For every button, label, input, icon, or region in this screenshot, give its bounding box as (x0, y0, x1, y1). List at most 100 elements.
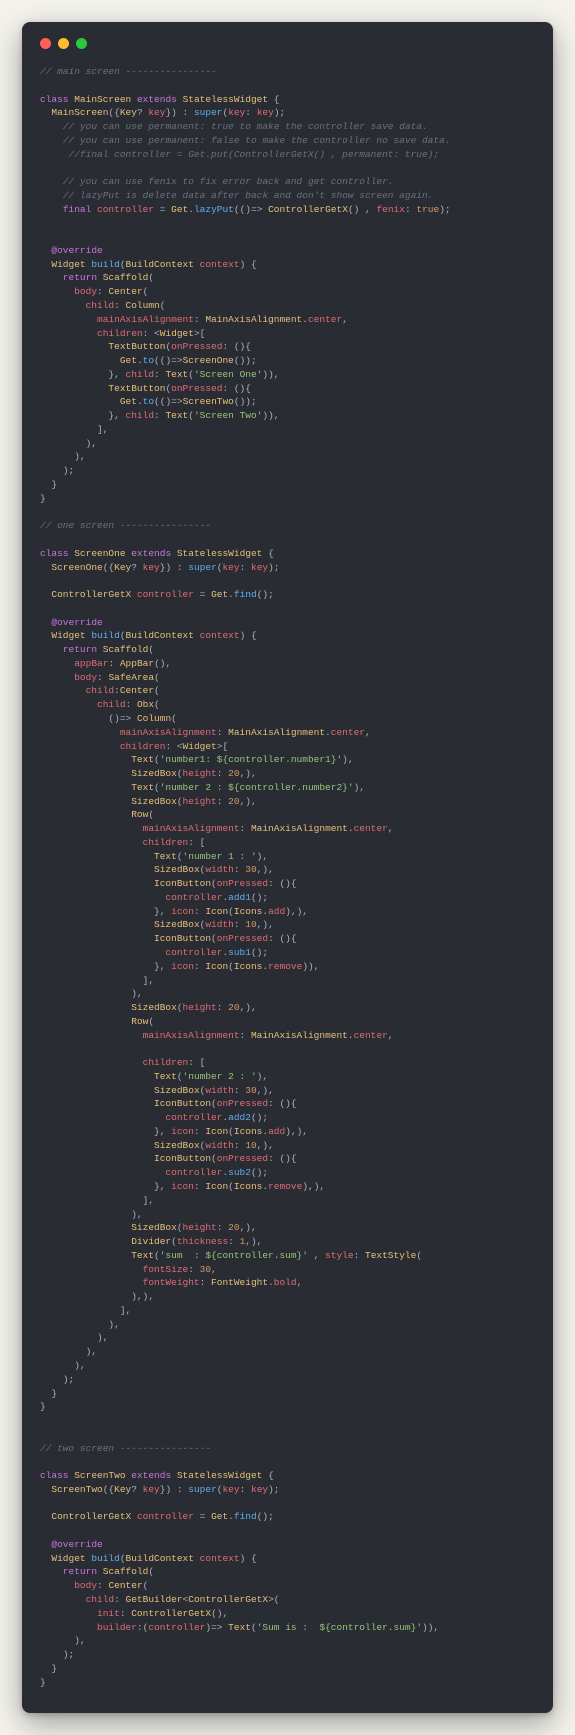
cls-icons-s1: Icons (234, 961, 263, 972)
num-10a: 10 (245, 919, 256, 930)
comment-one-header: // one screen ---------------- (40, 520, 211, 531)
cls-maa-so: MainAxisAlignment (228, 727, 325, 738)
cls-row-2: Row (131, 1016, 148, 1027)
cls-iconbutton-s2: IconButton (154, 1153, 211, 1164)
cls-icon-a1: Icon (205, 906, 228, 917)
cls-scaffold-st: Scaffold (103, 1566, 149, 1577)
ctor-screenone: ScreenOne (51, 562, 102, 573)
nav-screenone: ScreenOne (183, 355, 234, 366)
str-number1-lbl: 'number 1 : ' (183, 851, 257, 862)
kw-extends-st: extends (131, 1470, 171, 1481)
field-controller-type: ControllerGetX (51, 589, 131, 600)
prop-width-30a: width (205, 864, 234, 875)
str-number2-lbl: 'number 2 : ' (183, 1071, 257, 1082)
annotation-override: @override (51, 245, 102, 256)
prop-maa: mainAxisAlignment (97, 314, 194, 325)
kw-class-st: class (40, 1470, 69, 1481)
prop-width-10b: width (205, 1140, 234, 1151)
fn-super: super (194, 107, 223, 118)
maximize-icon[interactable] (76, 38, 87, 49)
prop-thickness: thickness (177, 1236, 228, 1247)
gen-widget: Widget (160, 328, 194, 339)
comment-two-header: // two screen ---------------- (40, 1443, 211, 1454)
cls-statelesswidget: StatelessWidget (183, 94, 269, 105)
bool-true: true (416, 204, 439, 215)
kw-extends-so: extends (131, 548, 171, 559)
nav-screentwo: ScreenTwo (183, 396, 234, 407)
comment-final-put: //final controller = Get.put(ControllerG… (69, 149, 440, 160)
cls-screentwo: ScreenTwo (74, 1470, 125, 1481)
cls-scaffold-so: Scaffold (103, 644, 149, 655)
fn-super-so: super (188, 562, 217, 573)
cls-controllergetx: ControllerGetX (268, 204, 348, 215)
cls-sizedbox-2: SizedBox (131, 796, 177, 807)
field-controller-type-st: ControllerGetX (51, 1511, 131, 1522)
prop-children: children (97, 328, 143, 339)
fn-super-st: super (188, 1484, 217, 1495)
cls-safearea: SafeArea (108, 672, 154, 683)
cls-text-n2lbl: Text (154, 1071, 177, 1082)
prop-onpressed-s2: onPressed (217, 1153, 268, 1164)
cls-column-so: Column (137, 713, 171, 724)
enum-center: center (308, 314, 342, 325)
param-context: context (200, 259, 240, 270)
prop-icon-a2: icon (171, 1126, 194, 1137)
cls-iconbutton-a1: IconButton (154, 878, 211, 889)
prop-width-10a: width (205, 919, 234, 930)
cls-screenone: ScreenOne (74, 548, 125, 559)
prop-maa-so: mainAxisAlignment (120, 727, 217, 738)
num-20-3: 20 (228, 1002, 239, 1013)
fn-to1: to (143, 355, 154, 366)
param-key-st: key (143, 1484, 160, 1495)
cls-textbutton2: TextButton (108, 383, 165, 394)
num-20-2: 20 (228, 796, 239, 807)
prop-body: body (74, 286, 97, 297)
arg-key: key (228, 107, 245, 118)
num-30b: 30 (245, 1085, 256, 1096)
cls-sizedbox-w30a: SizedBox (154, 864, 200, 875)
cls-sizedbox-1: SizedBox (131, 768, 177, 779)
builder-arg: controller (148, 1622, 205, 1633)
kw-class-so: class (40, 548, 69, 559)
icons-remove-1: remove (268, 961, 302, 972)
ann-override-st: @override (51, 1539, 102, 1550)
kw-extends: extends (137, 94, 177, 105)
cls-sizedbox-w10b: SizedBox (154, 1140, 200, 1151)
arg-key-val-st: key (251, 1484, 268, 1495)
cls-bc-so: BuildContext (126, 630, 194, 641)
fn-add1: add1 (228, 892, 251, 903)
param-context-st: context (200, 1553, 240, 1564)
kw-return-so: return (63, 644, 97, 655)
prop-init: init (97, 1608, 120, 1619)
gen-controllergetx: ControllerGetX (188, 1594, 268, 1605)
kw-final: final (63, 204, 92, 215)
comment-lazyput: // lazyPut is delete data after back and… (63, 190, 434, 201)
cls-maa: MainAxisAlignment (205, 314, 302, 325)
cls-maa-r1: MainAxisAlignment (251, 823, 348, 834)
icons-add-2: add (268, 1126, 285, 1137)
cls-get: Get (171, 204, 188, 215)
prop-child-tb2: child (126, 410, 155, 421)
cls-get-find-st: Get (211, 1511, 228, 1522)
prop-onpressed2: onPressed (171, 383, 222, 394)
enum-center-so: center (331, 727, 365, 738)
comment-main-header: // main screen ---------------- (40, 66, 217, 77)
cls-fontweight: FontWeight (211, 1277, 268, 1288)
cls-text-sumis: Text (228, 1622, 251, 1633)
prop-child-st: child (86, 1594, 115, 1605)
num-20-1: 20 (228, 768, 239, 779)
fn-build-so: build (91, 630, 120, 641)
close-icon[interactable] (40, 38, 51, 49)
str-sum-is: 'Sum is : ${controller.sum}' (257, 1622, 422, 1633)
prop-style: style (325, 1250, 354, 1261)
cls-center: Center (108, 286, 142, 297)
prop-height-4: height (183, 1222, 217, 1233)
cls-iconbutton-s1: IconButton (154, 933, 211, 944)
prop-children-so: children (120, 741, 166, 752)
fn-build-st: build (91, 1553, 120, 1564)
kw-return-st: return (63, 1566, 97, 1577)
fn-find: find (234, 589, 257, 600)
enum-center-r2: center (354, 1030, 388, 1041)
minimize-icon[interactable] (58, 38, 69, 49)
cls-obx: Obx (137, 699, 154, 710)
